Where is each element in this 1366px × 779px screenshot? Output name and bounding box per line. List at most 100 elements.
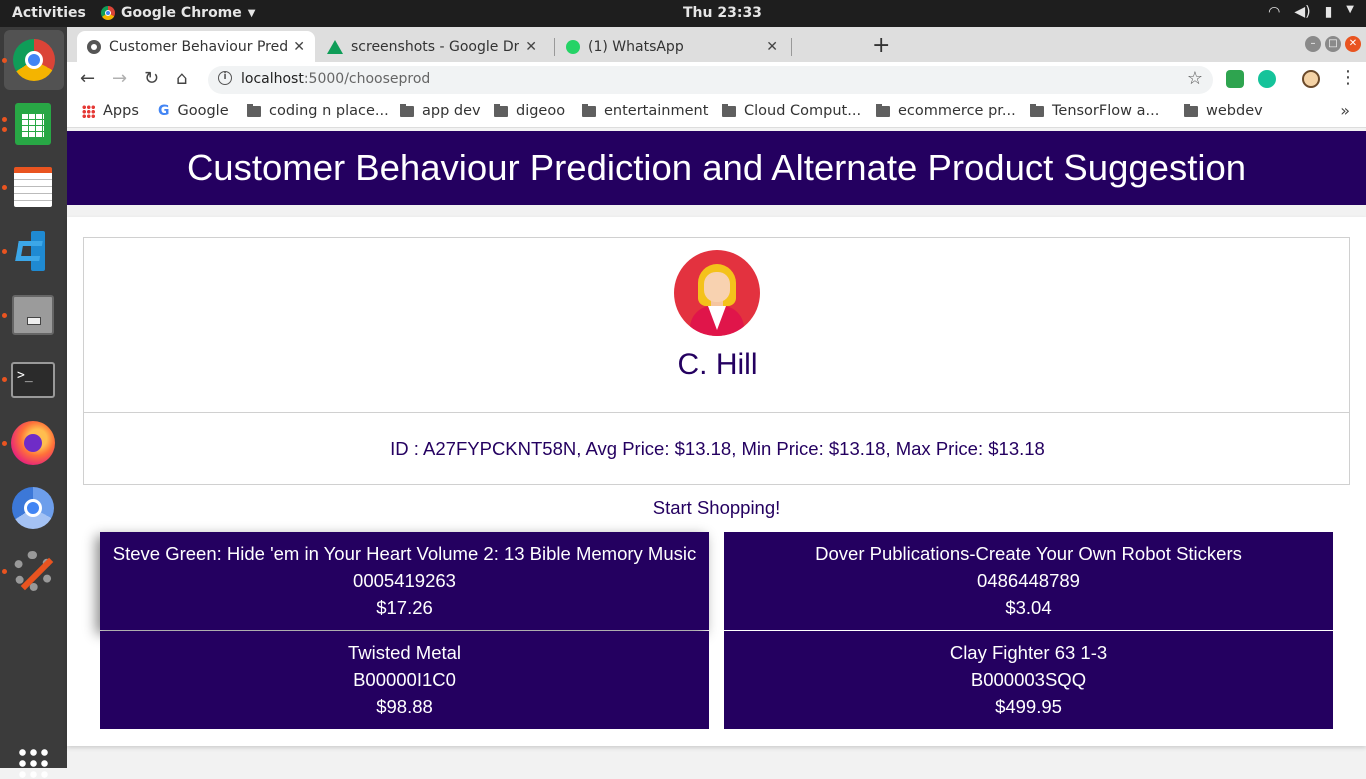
bookmark-google[interactable]: G Google <box>158 103 229 119</box>
product-card[interactable]: Clay Fighter 63 1-3 B000003SQQ $499.95 <box>724 631 1333 729</box>
product-title: Twisted Metal <box>347 642 462 663</box>
tab-title: (1) WhatsApp <box>588 38 684 55</box>
info-icon[interactable]: i <box>218 71 232 85</box>
folder-icon <box>400 103 414 117</box>
profile-avatar-icon[interactable] <box>1302 70 1320 88</box>
dock-settings[interactable] <box>10 548 56 594</box>
running-indicator <box>2 249 7 254</box>
tab-title: screenshots - Google Drive <box>351 38 520 55</box>
close-icon[interactable]: ✕ <box>293 39 305 55</box>
firefox-icon <box>11 421 55 465</box>
product-grid: Steve Green: Hide 'em in Your Heart Volu… <box>100 532 1334 729</box>
dock-files[interactable] <box>10 292 56 338</box>
bookmark-label: Apps <box>103 103 139 119</box>
product-card[interactable]: Steve Green: Hide 'em in Your Heart Volu… <box>100 532 709 630</box>
folder-icon <box>1030 103 1044 117</box>
bookmark-apps[interactable]: Apps <box>82 103 139 119</box>
chrome-icon <box>101 6 115 20</box>
bookmark-folder[interactable]: coding n place... <box>247 103 389 119</box>
bookmark-folder[interactable]: Cloud Comput... <box>722 103 861 119</box>
bookmark-label: digeoo <box>516 103 566 119</box>
battery-icon: ▮ <box>1324 4 1333 20</box>
bookmark-folder[interactable]: digeoo <box>494 103 565 119</box>
activities-button[interactable]: Activities <box>12 5 86 21</box>
product-price: $3.04 <box>1005 597 1052 618</box>
dock-spreadsheet[interactable] <box>10 101 56 147</box>
tab-title: Customer Behaviour Prediction and Altern… <box>109 38 288 55</box>
menu-kebab-icon[interactable]: ⋮ <box>1339 67 1357 88</box>
bookmark-label: coding n place... <box>269 103 389 119</box>
product-title: Dover Publications-Create Your Own Robot… <box>815 543 1242 564</box>
text-editor-icon <box>14 167 52 207</box>
reload-icon[interactable]: ↻ <box>144 68 159 89</box>
running-indicator <box>2 185 7 190</box>
terminal-icon: >_ <box>11 362 55 398</box>
bookmark-folder[interactable]: TensorFlow a... <box>1030 103 1159 119</box>
product-title: Clay Fighter 63 1-3 <box>949 642 1108 663</box>
bookmark-label: ecommerce pr... <box>898 103 1016 119</box>
running-indicator <box>2 313 7 318</box>
globe-icon <box>87 39 101 54</box>
back-arrow-icon[interactable]: ← <box>80 68 95 89</box>
running-indicator <box>2 377 7 382</box>
bookmark-label: entertainment <box>604 103 709 119</box>
app-menu[interactable]: Google Chrome ▼ <box>101 5 255 21</box>
bookmark-folder[interactable]: webdev <box>1184 103 1263 119</box>
start-shopping-label: Start Shopping! <box>652 497 781 518</box>
google-drive-icon <box>327 39 343 54</box>
vscode-icon <box>13 231 53 271</box>
running-indicator <box>2 127 7 132</box>
close-icon[interactable]: ✕ <box>525 39 537 55</box>
dock-chrome[interactable] <box>4 30 64 90</box>
product-card[interactable]: Dover Publications-Create Your Own Robot… <box>724 532 1333 630</box>
tab-whatsapp[interactable]: (1) WhatsApp ✕ <box>556 31 788 62</box>
customer-name: C. Hill <box>677 348 758 381</box>
dock-text-editor[interactable] <box>10 164 56 210</box>
chromium-icon <box>12 487 54 529</box>
dock-chromium[interactable] <box>10 485 56 531</box>
bookmark-folder[interactable]: app dev <box>400 103 481 119</box>
bookmarks-bar: Apps G Google coding n place... app dev d… <box>67 96 1366 128</box>
close-window-icon[interactable]: ✕ <box>1345 36 1361 52</box>
more-bookmarks-icon[interactable]: » <box>1340 101 1350 120</box>
bookmark-label: Cloud Comput... <box>744 103 862 119</box>
main-content: C. Hill ID : A27FYPCKNT58N, Avg Price: $… <box>67 217 1366 746</box>
settings-icon <box>13 551 53 591</box>
url-text[interactable]: localhost:5000/chooseprod <box>241 71 430 87</box>
folder-icon <box>247 103 261 117</box>
app-menu-label: Google Chrome <box>121 5 242 21</box>
bookmark-folder[interactable]: entertainment <box>582 103 708 119</box>
clock[interactable]: Thu 23:33 <box>683 5 762 21</box>
show-applications-icon[interactable] <box>17 747 49 779</box>
folder-icon <box>1184 103 1198 117</box>
close-icon[interactable]: ✕ <box>766 39 778 55</box>
bookmark-folder[interactable]: ecommerce pr... <box>876 103 1016 119</box>
running-indicator <box>2 569 7 574</box>
apps-grid-icon <box>82 104 95 118</box>
product-id: B00000I1C0 <box>353 669 456 690</box>
forward-arrow-icon[interactable]: → <box>112 68 127 89</box>
product-price: $17.26 <box>376 597 433 618</box>
dock-terminal[interactable]: >_ <box>10 357 56 403</box>
customer-stats: ID : A27FYPCKNT58N, Avg Price: $13.18, M… <box>390 438 1045 459</box>
system-tray[interactable]: ◠ ◀) ▮ ▼ <box>1268 4 1354 20</box>
tab-strip: Customer Behaviour Prediction and Altern… <box>67 27 1366 62</box>
dock-firefox[interactable] <box>10 420 56 466</box>
product-card[interactable]: Twisted Metal B00000I1C0 $98.88 <box>100 631 709 729</box>
maximize-icon[interactable]: □ <box>1325 36 1341 52</box>
bookmark-star-icon[interactable]: ☆ <box>1187 68 1203 89</box>
product-price: $499.95 <box>995 696 1062 717</box>
dock-vscode[interactable] <box>10 228 56 274</box>
url-host: localhost <box>241 71 304 87</box>
extension-icon[interactable] <box>1226 70 1244 88</box>
page-header: Customer Behaviour Prediction and Altern… <box>67 131 1366 205</box>
minimize-icon[interactable]: – <box>1305 36 1321 52</box>
url-path: :5000/chooseprod <box>303 71 431 87</box>
running-indicator <box>2 441 7 446</box>
new-tab-icon[interactable]: + <box>872 33 890 58</box>
home-icon[interactable]: ⌂ <box>176 68 187 89</box>
address-bar[interactable]: i localhost:5000/chooseprod ☆ <box>208 66 1213 94</box>
grammarly-icon[interactable] <box>1258 70 1276 88</box>
tab-google-drive[interactable]: screenshots - Google Drive ✕ <box>317 31 547 62</box>
tab-customer-behaviour[interactable]: Customer Behaviour Prediction and Altern… <box>77 31 315 62</box>
